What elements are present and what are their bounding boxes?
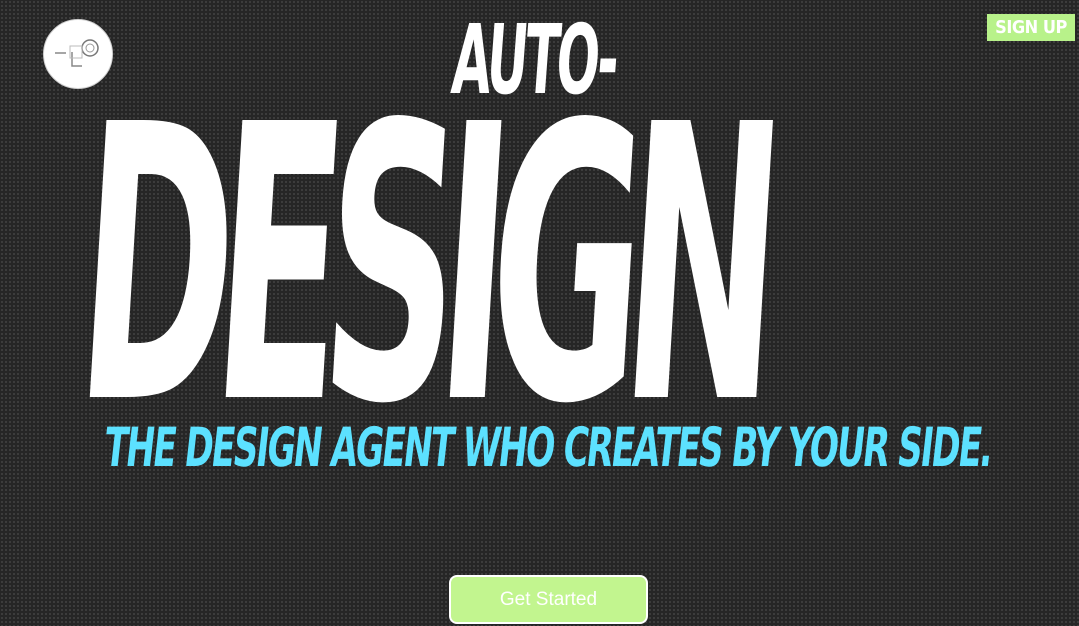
get-started-button[interactable]: Get Started: [449, 575, 648, 624]
hero-tagline: THE DESIGN AGENT WHO CREATES BY YOUR SID…: [101, 416, 996, 479]
sign-up-button[interactable]: SIGN UP: [987, 14, 1075, 41]
hero-title-main: DESIGN: [67, 44, 777, 487]
